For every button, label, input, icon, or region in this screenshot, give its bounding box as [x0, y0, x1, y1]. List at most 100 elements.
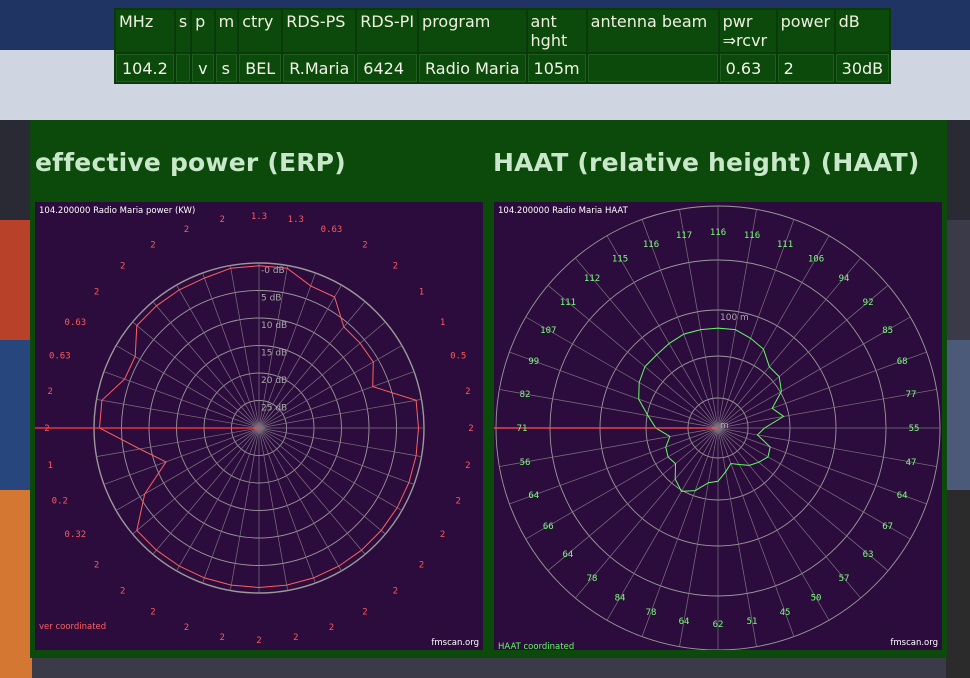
direction-label: 94 — [839, 274, 850, 284]
direction-label: 0.2 — [52, 497, 68, 507]
ring-label: 10 dB — [261, 321, 287, 331]
direction-label: 57 — [839, 574, 850, 584]
direction-label: 2 — [184, 225, 189, 235]
cell-mhz: 104.2 — [116, 54, 174, 82]
direction-label: 99 — [528, 357, 539, 367]
background-right-blue — [946, 340, 970, 490]
direction-label: 2 — [440, 530, 445, 540]
ring-label: 25 dB — [261, 404, 287, 414]
cell-antenna-beam — [587, 54, 718, 82]
table-header-row: MHz s p m ctry RDS-PS RDS-PI program ant… — [116, 10, 890, 52]
col-header-antenna-beam: antenna beam — [587, 10, 718, 52]
chart-footer: ver coordinated — [39, 622, 106, 632]
haat-chart: 104.200000 Radio Maria HAAT HAAT coordina… — [494, 202, 942, 650]
direction-label: 107 — [540, 326, 556, 336]
direction-label: 112 — [584, 274, 600, 284]
direction-label: 115 — [612, 254, 628, 264]
col-header-m: m — [215, 10, 238, 52]
cell-p: v — [192, 54, 214, 82]
chart-title: 104.200000 Radio Maria HAAT — [498, 206, 629, 216]
grid-spoke — [717, 427, 861, 599]
direction-label: 64 — [562, 550, 573, 560]
direction-label: 0.63 — [321, 225, 343, 235]
direction-label: 2 — [393, 586, 398, 596]
direction-label: 92 — [863, 298, 874, 308]
direction-label: 2 — [419, 560, 424, 570]
ring-label: 15 dB — [261, 349, 287, 359]
cell-rds-pi: 6424 — [357, 54, 418, 82]
direction-label: 78 — [646, 608, 657, 618]
direction-label: 116 — [710, 228, 726, 238]
direction-label: 0.63 — [65, 318, 87, 328]
cell-program: Radio Maria — [419, 54, 526, 82]
cell-rds-ps: R.Maria — [283, 54, 356, 82]
haat-heading: HAAT (relative height) (HAAT) — [493, 148, 920, 177]
table-row[interactable]: 104.2 v s BEL R.Maria 6424 Radio Maria 1… — [116, 54, 890, 82]
col-header-pwr-rcvr: pwr ⇒rcvr — [719, 10, 776, 52]
cell-pwr-rcvr: 0.63 — [719, 54, 776, 82]
grid-spoke — [575, 427, 719, 599]
cell-ant-hght: 105m — [527, 54, 586, 82]
ring-label: 100 m — [720, 313, 749, 323]
direction-label: 2 — [150, 608, 155, 618]
col-header-program: program — [419, 10, 526, 52]
direction-label: 64 — [528, 491, 539, 501]
cell-ctry: BEL — [239, 54, 282, 82]
direction-label: 64 — [897, 491, 908, 501]
erp-chart: 104.200000 Radio Maria power (KW) ver coo… — [35, 202, 483, 650]
erp-heading: effective power (ERP) — [35, 148, 346, 177]
chart-watermark: fmscan.org — [431, 638, 479, 648]
direction-label: 67 — [882, 522, 893, 532]
direction-label: 1 — [440, 318, 445, 328]
col-header-s: s — [175, 10, 191, 52]
direction-label: 85 — [882, 326, 893, 336]
direction-label: 111 — [777, 240, 793, 250]
direction-label: 64 — [679, 617, 690, 627]
cell-s — [175, 54, 191, 82]
direction-label: 63 — [863, 550, 874, 560]
direction-label: 1.3 — [251, 212, 267, 222]
col-header-db: dB — [835, 10, 890, 52]
col-header-p: p — [192, 10, 214, 52]
direction-label: 2 — [468, 424, 473, 434]
direction-label: 68 — [897, 357, 908, 367]
direction-label: 2 — [465, 387, 470, 397]
cell-power: 2 — [777, 54, 834, 82]
direction-label: 2 — [120, 586, 125, 596]
direction-label: 71 — [517, 424, 528, 434]
direction-label: 111 — [560, 298, 576, 308]
direction-label: 2 — [44, 424, 49, 434]
direction-label: 2 — [120, 262, 125, 272]
cell-db: 30dB — [835, 54, 890, 82]
direction-label: 0.5 — [450, 352, 466, 362]
direction-label: 2 — [256, 636, 261, 646]
direction-label: 2 — [47, 387, 52, 397]
col-header-ant-hght: ant hght — [527, 10, 586, 52]
direction-label: 2 — [362, 608, 367, 618]
direction-label: 50 — [811, 594, 822, 604]
station-info-table: MHz s p m ctry RDS-PS RDS-PI program ant… — [114, 8, 892, 84]
direction-label: 62 — [713, 620, 724, 630]
direction-label: 2 — [465, 461, 470, 471]
direction-label: 2 — [219, 215, 224, 225]
background-left-orange — [0, 490, 32, 678]
direction-label: 45 — [780, 608, 791, 618]
ring-label: 5 dB — [261, 294, 281, 304]
chart-watermark: fmscan.org — [890, 638, 938, 648]
col-header-mhz: MHz — [116, 10, 174, 52]
direction-label: 2 — [150, 240, 155, 250]
direction-label: 1.3 — [288, 215, 304, 225]
cell-m: s — [215, 54, 238, 82]
direction-label: 2 — [329, 623, 334, 633]
direction-label: 51 — [747, 617, 758, 627]
direction-label: 77 — [906, 390, 917, 400]
direction-label: 78 — [587, 574, 598, 584]
col-header-rds-ps: RDS-PS — [283, 10, 356, 52]
direction-label: 116 — [744, 231, 760, 241]
direction-label: 0.32 — [65, 530, 87, 540]
direction-label: 2 — [94, 288, 99, 298]
haat-polar-plot: 104.200000 Radio Maria HAAT HAAT coordina… — [494, 205, 941, 650]
coverage-panel: effective power (ERP) HAAT (relative hei… — [30, 120, 947, 658]
direction-label: 47 — [906, 458, 917, 468]
grid-spoke — [547, 427, 719, 571]
